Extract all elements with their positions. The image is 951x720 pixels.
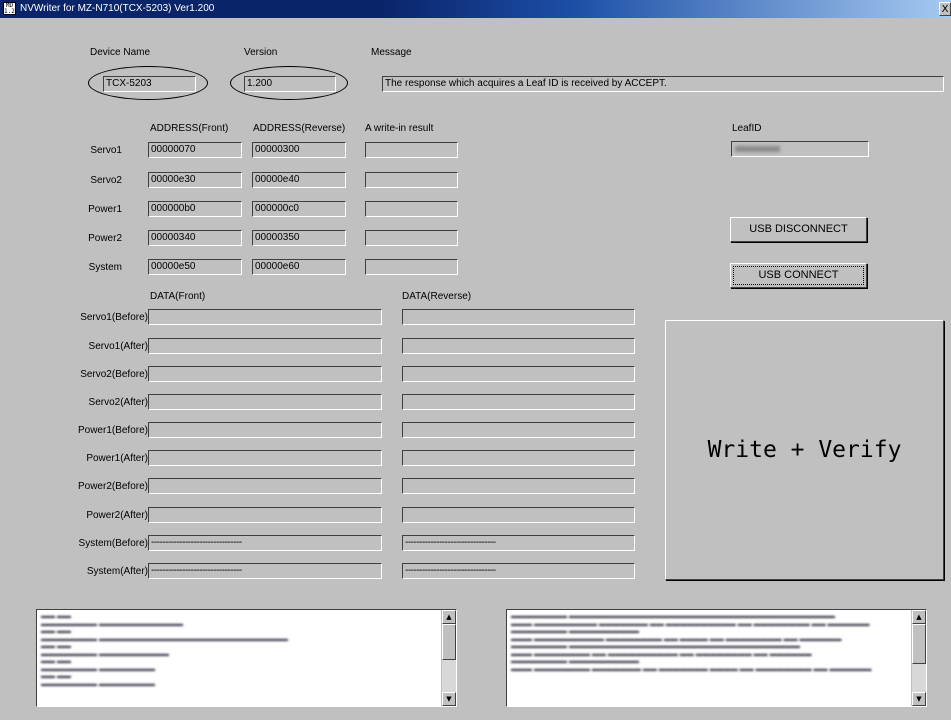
message-field[interactable]: The response which acquires a Leaf ID is… [382,76,944,92]
write-result-field[interactable] [365,201,458,217]
data-row-label: Power1(Before) [77,425,148,436]
log-left-scrollbar[interactable]: ▲ ▼ [441,610,456,706]
address-reverse-header: ADDRESS(Reverse) [253,123,346,134]
data-row-label: System(Before) [78,538,148,549]
write-result-header: A write-in result [365,123,434,134]
data-front-field[interactable] [148,338,382,354]
app-window: MD 1.20 NVWriter for MZ-N710(TCX-5203) V… [0,0,951,720]
data-row-label: Servo2(Before) [80,369,148,380]
title-bar[interactable]: MD 1.20 NVWriter for MZ-N710(TCX-5203) V… [0,0,951,18]
device-name-field[interactable]: TCX-5203 [103,76,196,92]
address-front-header: ADDRESS(Front) [150,123,229,134]
address-front-field[interactable]: 00000070 [148,142,242,158]
log-right-redacted: ▬▬▬▬▬▬▬▬ ▬▬▬▬▬▬▬▬▬▬▬▬▬▬▬▬▬▬▬▬▬▬▬▬▬▬▬▬▬▬▬… [511,613,872,673]
address-row-label: Power1 [88,204,122,215]
data-front-field[interactable]: -------------------------------- [148,535,382,551]
data-reverse-field[interactable] [402,450,635,466]
usb-connect-button[interactable]: USB CONNECT [730,263,867,288]
log-right-scroll-thumb[interactable] [912,624,926,664]
address-front-field[interactable]: 00000340 [148,230,242,246]
data-front-field[interactable] [148,478,382,494]
data-reverse-field[interactable] [402,366,635,382]
leaf-id-label: LeafID [732,123,762,134]
address-row-label: Servo2 [90,175,122,186]
data-front-field[interactable] [148,507,382,523]
version-label: Version [244,47,278,58]
data-reverse-field[interactable]: -------------------------------- [402,563,635,579]
window-title: NVWriter for MZ-N710(TCX-5203) Ver1.200 [20,3,215,14]
write-result-field[interactable] [365,172,458,188]
scroll-down-icon[interactable]: ▼ [912,692,926,706]
address-reverse-field[interactable]: 000000c0 [252,201,346,217]
scroll-down-icon[interactable]: ▼ [442,692,456,706]
log-right-scrollbar[interactable]: ▲ ▼ [911,610,926,706]
data-reverse-field[interactable] [402,422,635,438]
data-front-header: DATA(Front) [150,291,206,302]
write-verify-button[interactable]: Write + Verify [665,320,944,580]
address-front-field[interactable]: 00000e30 [148,172,242,188]
data-row-label: Servo2(After) [88,397,148,408]
leaf-id-redacted [735,146,780,152]
device-name-label: Device Name [90,47,151,58]
data-reverse-field[interactable]: -------------------------------- [402,535,635,551]
write-result-field[interactable] [365,259,458,275]
data-reverse-field[interactable] [402,478,635,494]
data-front-field[interactable] [148,394,382,410]
data-reverse-field[interactable] [402,338,635,354]
write-result-field[interactable] [365,230,458,246]
address-reverse-field[interactable]: 00000e40 [252,172,346,188]
version-field[interactable]: 1.200 [244,76,336,92]
address-row-label: Power2 [88,233,122,244]
data-front-field[interactable] [148,450,382,466]
data-row-label: Power1(After) [86,453,148,464]
address-row-label: Servo1 [90,145,122,156]
scroll-up-icon[interactable]: ▲ [912,610,926,624]
message-label: Message [371,47,412,58]
data-row-label: Power2(Before) [77,481,148,492]
write-result-field[interactable] [365,142,458,158]
data-row-label: Power2(After) [86,510,148,521]
data-reverse-header: DATA(Reverse) [402,291,472,302]
log-output-right[interactable]: ▬▬▬▬▬▬▬▬ ▬▬▬▬▬▬▬▬▬▬▬▬▬▬▬▬▬▬▬▬▬▬▬▬▬▬▬▬▬▬▬… [506,609,927,707]
address-front-field[interactable]: 00000e50 [148,259,242,275]
data-front-field[interactable] [148,309,382,325]
data-front-field[interactable] [148,422,382,438]
leaf-id-field[interactable] [731,141,869,157]
data-reverse-field[interactable] [402,394,635,410]
log-left-redacted: ▬▬ ▬▬ ▬▬▬▬▬▬▬▬ ▬▬▬▬▬▬▬▬▬▬▬▬ ▬▬ ▬▬ ▬▬▬▬▬▬▬▬… [41,613,288,688]
data-reverse-field[interactable] [402,309,635,325]
usb-disconnect-button[interactable]: USB DISCONNECT [730,217,867,242]
app-icon: MD 1.20 [3,2,16,15]
data-front-field[interactable] [148,366,382,382]
close-button[interactable]: X [939,2,951,16]
address-reverse-field[interactable]: 00000300 [252,142,346,158]
scroll-up-icon[interactable]: ▲ [442,610,456,624]
address-reverse-field[interactable]: 00000350 [252,230,346,246]
log-output-left[interactable]: ▬▬ ▬▬ ▬▬▬▬▬▬▬▬ ▬▬▬▬▬▬▬▬▬▬▬▬ ▬▬ ▬▬ ▬▬▬▬▬▬▬▬… [36,609,457,707]
log-left-scroll-thumb[interactable] [442,624,456,660]
data-front-field[interactable]: -------------------------------- [148,563,382,579]
data-row-label: System(After) [86,566,148,577]
address-row-label: System [88,262,122,273]
data-reverse-field[interactable] [402,507,635,523]
address-front-field[interactable]: 000000b0 [148,201,242,217]
data-row-label: Servo1(Before) [80,312,148,323]
data-row-label: Servo1(After) [88,341,148,352]
address-reverse-field[interactable]: 00000e60 [252,259,346,275]
